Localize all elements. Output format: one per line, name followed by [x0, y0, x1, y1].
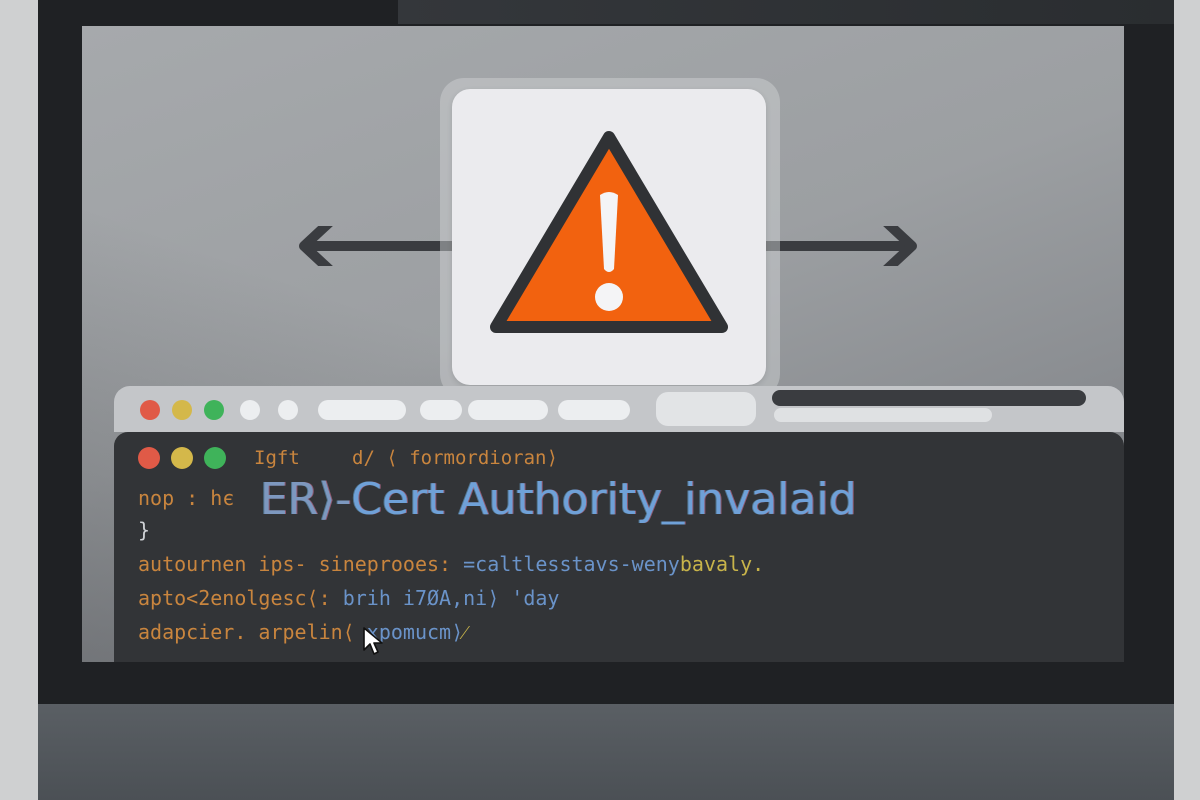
address-bar[interactable]: [656, 392, 756, 426]
error-headline-prefix: ER⟩-: [260, 474, 352, 525]
code-line-2-a: apto<2enolgesc⟨:: [138, 586, 343, 610]
tab-placeholder-1[interactable]: [318, 400, 406, 420]
screen: Igft d/ ⟨ formordioran⟩ nop : hє ER⟩-Cer…: [82, 26, 1124, 662]
terminal-title-left: Igft: [254, 447, 300, 469]
terminal-minimize-dot[interactable]: [171, 447, 193, 469]
code-line-3-a: adapcier. arpelin⟨: [138, 620, 367, 644]
tab-placeholder-2[interactable]: [420, 400, 462, 420]
toolbar-dot-2[interactable]: [278, 400, 298, 420]
terminal-title-right: d/ ⟨ formordioran⟩: [352, 447, 558, 469]
code-line-3-c: ⁄: [463, 620, 467, 644]
code-line-3: adapcier. arpelin⟨ xpomucm⟩⁄: [138, 620, 466, 645]
code-line-2: apto<2enolgesc⟨: brih i7ØA,ni⟩ 'day: [138, 586, 559, 610]
terminal-close-dot[interactable]: [138, 447, 160, 469]
window-minimize-dot[interactable]: [172, 400, 192, 420]
toolbar-light-bar: [774, 408, 992, 422]
browser-toolbar: [114, 386, 1124, 432]
monitor-bezel-highlight: [398, 0, 1174, 24]
code-brace: }: [138, 518, 151, 542]
code-line-1-a: autournen ips- sineproоes:: [138, 552, 464, 576]
window-maximize-dot[interactable]: [204, 400, 224, 420]
monitor-stand: [38, 704, 1174, 800]
code-line-1-c: bavaly.: [679, 552, 765, 576]
warning-triangle-icon: [490, 131, 728, 333]
error-headline: ER⟩-Cert Authority_invalaid: [260, 474, 857, 525]
tab-placeholder-4[interactable]: [558, 400, 630, 420]
terminal-maximize-dot[interactable]: [204, 447, 226, 469]
toolbar-dot-1[interactable]: [240, 400, 260, 420]
window-close-dot[interactable]: [140, 400, 160, 420]
code-line-2-b: brih i7ØA,ni⟩: [342, 586, 512, 610]
code-line-1-b: =caltlesstavs-weny: [463, 552, 680, 576]
mouse-cursor-icon: [363, 627, 383, 655]
arrow-left-icon: [299, 226, 452, 266]
arrow-right-icon: [764, 226, 917, 266]
code-line-1: autournen ips- sineproоes: =caltlesstavs…: [138, 552, 764, 576]
code-line-2-c: 'day: [511, 586, 560, 610]
code-prefix: nop : hє: [138, 486, 235, 510]
terminal-window: Igft d/ ⟨ formordioran⟩ nop : hє ER⟩-Cer…: [114, 432, 1124, 662]
error-headline-text: Cert Authority_invalaid: [351, 474, 857, 525]
toolbar-dark-bar: [772, 390, 1086, 406]
warning-card: [452, 89, 766, 385]
tab-placeholder-3[interactable]: [468, 400, 548, 420]
